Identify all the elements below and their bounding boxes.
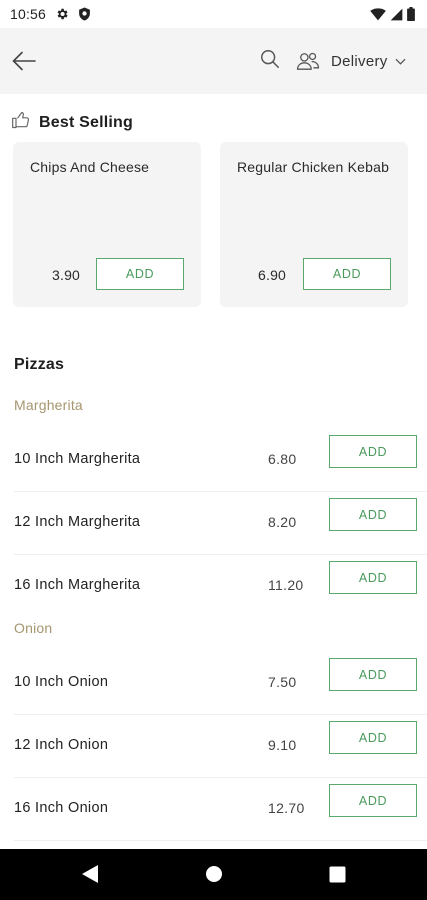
section-title: Pizzas [14, 356, 65, 373]
nav-recents-button[interactable] [326, 863, 348, 885]
divider [14, 840, 427, 841]
menu-item-row: 10 Inch Onion 7.50 ADD [0, 653, 427, 715]
battery-icon [407, 7, 415, 21]
card-item-name: Regular Chicken Kebab [237, 159, 390, 175]
gear-icon [55, 7, 69, 21]
best-selling-title: Best Selling [39, 113, 133, 131]
divider [14, 777, 427, 778]
add-button[interactable]: ADD [329, 658, 417, 691]
system-nav-bar [0, 849, 427, 900]
add-button[interactable]: ADD [329, 784, 417, 817]
recents-square-icon [329, 866, 345, 882]
card-item-price: 3.90 [52, 267, 81, 283]
best-selling-header: Best Selling [11, 110, 133, 135]
item-name: 16 Inch Margherita [14, 577, 141, 593]
menu-item-row: 16 Inch Margherita 11.20 ADD [0, 556, 427, 618]
back-triangle-icon [82, 865, 98, 883]
chevron-down-icon [395, 58, 406, 65]
item-price: 12.70 [268, 800, 305, 816]
category-label: Onion [14, 620, 53, 636]
divider [14, 491, 427, 492]
add-button[interactable]: ADD [329, 435, 417, 468]
users-icon [296, 52, 320, 70]
item-price: 8.20 [268, 514, 297, 530]
search-button[interactable] [259, 48, 283, 72]
divider [14, 554, 427, 555]
menu-item-row: 10 Inch Margherita 6.80 ADD [0, 430, 427, 492]
nav-home-button[interactable] [203, 863, 225, 885]
nav-back-button[interactable] [79, 863, 101, 885]
best-selling-card[interactable]: Chips And Cheese 3.90 ADD [13, 142, 201, 307]
card-item-price: 6.90 [258, 267, 287, 283]
add-button[interactable]: ADD [303, 258, 391, 290]
home-circle-icon [206, 866, 222, 882]
item-name: 10 Inch Margherita [14, 451, 141, 467]
item-name: 16 Inch Onion [14, 800, 109, 816]
item-name: 12 Inch Margherita [14, 514, 141, 530]
wifi-icon [370, 7, 386, 21]
search-icon [261, 50, 279, 68]
item-price: 7.50 [268, 674, 297, 690]
delivery-mode-selector[interactable]: Delivery [296, 47, 406, 75]
shield-icon [78, 7, 91, 21]
back-button[interactable] [11, 49, 37, 73]
divider [14, 714, 427, 715]
add-button[interactable]: ADD [329, 498, 417, 531]
app-bar: Delivery [0, 28, 427, 94]
category-label: Margherita [14, 397, 83, 413]
signal-icon [390, 8, 403, 21]
add-button[interactable]: ADD [329, 561, 417, 594]
item-name: 12 Inch Onion [14, 737, 109, 753]
add-button[interactable]: ADD [329, 721, 417, 754]
thumbs-up-icon [11, 110, 31, 135]
menu-item-row: 12 Inch Margherita 8.20 ADD [0, 493, 427, 555]
menu-item-row: 16 Inch Onion 12.70 ADD [0, 779, 427, 841]
delivery-label: Delivery [331, 52, 388, 70]
back-arrow-icon [12, 51, 36, 71]
status-bar: 10:56 [0, 0, 427, 28]
item-price: 6.80 [268, 451, 297, 467]
item-price: 11.20 [268, 577, 304, 593]
best-selling-card[interactable]: Regular Chicken Kebab 6.90 ADD [220, 142, 408, 307]
item-name: 10 Inch Onion [14, 674, 109, 690]
item-price: 9.10 [268, 737, 297, 753]
card-item-name: Chips And Cheese [30, 159, 150, 175]
status-time: 10:56 [10, 6, 47, 22]
add-button[interactable]: ADD [96, 258, 184, 290]
menu-item-row: 12 Inch Onion 9.10 ADD [0, 716, 427, 778]
